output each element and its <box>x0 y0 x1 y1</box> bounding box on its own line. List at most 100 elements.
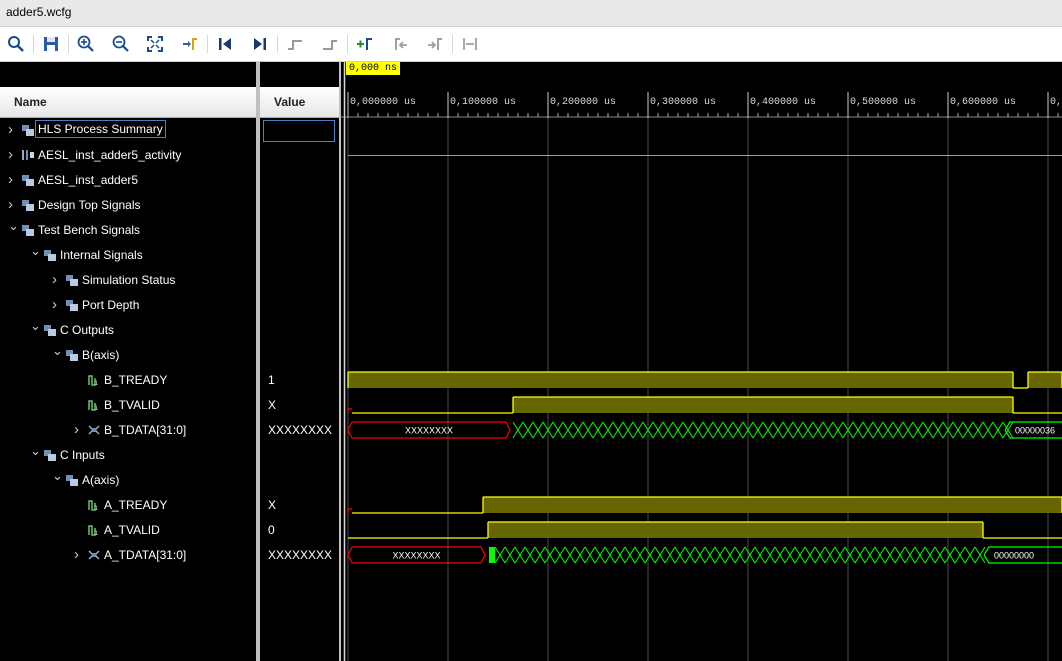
b-tready-wave-high <box>348 372 1013 388</box>
tree-row[interactable]: 1 A_TVALID <box>0 518 256 543</box>
a-tdata-wave-transition <box>534 546 546 564</box>
a-tdata-wave-transition <box>674 546 686 564</box>
a-tready-wave-high <box>483 497 1062 513</box>
selected-value-cell[interactable] <box>263 120 335 142</box>
group-icon <box>44 449 56 461</box>
a-tdata-wave-last-value: 00000000 <box>994 551 1034 561</box>
zoom-fit-icon[interactable] <box>143 32 167 56</box>
chevron-right-icon[interactable]: › <box>8 121 20 138</box>
b-tdata-wave-transition <box>922 421 934 439</box>
tree-row[interactable]: › Simulation Status <box>0 268 256 293</box>
tree-row[interactable]: › HLS Process Summary <box>0 118 256 143</box>
tree-row[interactable]: › AESL_inst_adder5_activity <box>0 143 256 168</box>
waveform-panel[interactable]: 0,000000 us 0,100000 us 0,200000 us 0,30000… <box>341 62 1062 661</box>
a-tdata-wave-transition <box>794 546 806 564</box>
a-tdata-wave-transition <box>874 546 886 564</box>
group-icon <box>22 124 34 136</box>
zoom-in-icon[interactable] <box>74 32 98 56</box>
b-tdata-wave-transition <box>902 421 914 439</box>
next-transition-icon[interactable] <box>318 32 342 56</box>
tree-row[interactable]: ⌄ Internal Signals <box>0 243 256 268</box>
tree-row[interactable]: 1 B_TREADY <box>0 368 256 393</box>
waveform-canvas[interactable]: 0,000000 us 0,100000 us 0,200000 us 0,30000… <box>341 62 1062 661</box>
tree-row[interactable]: ⌄ B(axis) <box>0 343 256 368</box>
tree-row-label: AESL_inst_adder5 <box>38 173 139 187</box>
prev-transition-icon[interactable] <box>283 32 307 56</box>
swap-cursors-icon[interactable] <box>458 32 482 56</box>
tree-row[interactable]: ⌄ Test Bench Signals <box>0 218 256 243</box>
b-tdata-wave-transition <box>622 421 634 439</box>
b-tdata-wave-last-value: 00000036 <box>1015 426 1055 436</box>
tree-row[interactable]: › AESL_inst_adder5 <box>0 168 256 193</box>
a-tdata-wave-transition <box>884 546 896 564</box>
tree-row-label: Test Bench Signals <box>38 223 141 237</box>
chevron-right-icon[interactable]: › <box>52 271 64 288</box>
b-tdata-wave-transition <box>532 421 544 439</box>
a-tdata-wave-transition <box>964 546 976 564</box>
a-tdata-wave-transition <box>554 546 566 564</box>
tree-row-label: HLS Process Summary <box>35 120 166 138</box>
chevron-down-icon[interactable]: ⌄ <box>30 318 42 333</box>
tree-row[interactable]: 1 B_TVALID <box>0 393 256 418</box>
chevron-right-icon[interactable]: › <box>8 171 20 188</box>
tree-row[interactable]: 1 A_TREADY <box>0 493 256 518</box>
a-tdata-wave-transition <box>844 546 856 564</box>
save-icon[interactable] <box>39 32 63 56</box>
next-marker-icon[interactable] <box>423 32 447 56</box>
goto-start-icon[interactable] <box>213 32 237 56</box>
prev-marker-icon[interactable] <box>388 32 412 56</box>
value-column-header[interactable]: Value <box>260 87 339 118</box>
a-tdata-wave-transition <box>854 546 866 564</box>
b-tdata-wave-transition <box>692 421 704 439</box>
timeline-tick-label: 0, <box>1050 97 1062 108</box>
b-tdata-wave-transition <box>932 421 944 439</box>
add-marker-icon[interactable] <box>353 32 377 56</box>
a-tdata-wave-transition <box>614 546 626 564</box>
signal-icon: 1 <box>88 399 100 412</box>
goto-end-icon[interactable] <box>248 32 272 56</box>
name-column: Name › HLS Process Summary › AESL_inst_adde… <box>0 62 256 661</box>
a-tdata-wave-transition <box>644 546 656 564</box>
chevron-right-icon[interactable]: › <box>8 146 20 163</box>
b-tdata-wave-transition <box>992 421 1004 439</box>
search-icon[interactable] <box>4 32 28 56</box>
tree-row[interactable]: › A_TDATA[31:0] <box>0 543 256 568</box>
tree-row[interactable]: › B_TDATA[31:0] <box>0 418 256 443</box>
name-column-header[interactable]: Name <box>0 87 256 118</box>
a-tdata-wave-first-value: XXXXXXXX <box>392 551 440 561</box>
chevron-right-icon[interactable]: › <box>74 421 86 438</box>
tree-row[interactable]: › Design Top Signals <box>0 193 256 218</box>
a-tdata-wave-transition <box>564 546 576 564</box>
chevron-down-icon[interactable]: ⌄ <box>30 443 42 458</box>
chevron-down-icon[interactable]: ⌄ <box>30 243 42 258</box>
signal-value: X <box>268 398 277 412</box>
a-tdata-wave-transition <box>654 546 666 564</box>
signal-value: X <box>268 498 277 512</box>
chevron-right-icon[interactable]: › <box>52 296 64 313</box>
tree-row-label: C Outputs <box>60 323 115 337</box>
chevron-down-icon[interactable]: ⌄ <box>8 218 20 233</box>
tree-row[interactable]: ⌄ A(axis) <box>0 468 256 493</box>
chevron-down-icon[interactable]: ⌄ <box>52 468 64 483</box>
signal-value: 0 <box>268 523 275 537</box>
b-tdata-wave-transition <box>592 421 604 439</box>
zoom-out-icon[interactable] <box>109 32 133 56</box>
value-column: Value 1 X XXXXXXXX X 0 XXXXXXXX <box>260 62 339 661</box>
chevron-right-icon[interactable]: › <box>74 546 86 563</box>
a-tdata-wave-transition <box>804 546 816 564</box>
b-tdata-wave-transition <box>812 421 824 439</box>
b-tdata-wave-transition <box>792 421 804 439</box>
tree-row[interactable]: › Port Depth <box>0 293 256 318</box>
goto-cursor-icon[interactable] <box>178 32 202 56</box>
chevron-down-icon[interactable]: ⌄ <box>52 343 64 358</box>
tree-row[interactable]: ⌄ C Inputs <box>0 443 256 468</box>
b-tdata-wave-transition <box>912 421 924 439</box>
b-tvalid-wave-high <box>513 397 1013 413</box>
b-tdata-wave-transition <box>702 421 714 439</box>
b-tdata-wave-first-value: XXXXXXXX <box>405 426 453 436</box>
tree-row[interactable]: ⌄ C Outputs <box>0 318 256 343</box>
a-tdata-wave-transition <box>494 546 506 564</box>
chevron-right-icon[interactable]: › <box>8 196 20 213</box>
timeline-tick-label: 0,300000 us <box>650 97 716 108</box>
group-icon <box>66 349 78 361</box>
